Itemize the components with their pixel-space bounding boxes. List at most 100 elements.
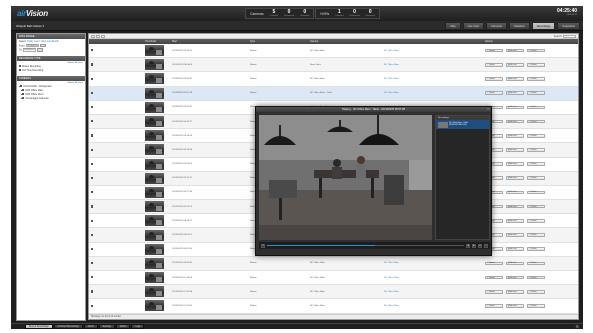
checkbox[interactable]: [19, 68, 22, 71]
archive-button[interactable]: ▣ Archive: [506, 233, 524, 237]
delete-button[interactable]: ✕ Delete: [527, 204, 545, 209]
delete-button[interactable]: ✕ Delete: [527, 91, 545, 95]
table-row[interactable]: 2013/05/25 07:58:09 Motion NC Office Main N…: [89, 271, 578, 286]
row-checkbox[interactable]: [91, 176, 94, 180]
camera-item[interactable]: ▸Unmanaged Cameras: [17, 96, 85, 100]
play-icon[interactable]: ▶: [472, 243, 476, 248]
table-row[interactable]: 2013/05/25 08:00:41 Motion NC Office Main N…: [89, 256, 578, 271]
archive-button[interactable]: ▣ Archive: [506, 304, 524, 308]
row-location-link[interactable]: NC Office Main: [381, 277, 482, 279]
row-location-link[interactable]: NC Office Main: [381, 92, 482, 94]
recording-thumbnail[interactable]: [145, 300, 164, 312]
gear-icon[interactable]: ⚙: [575, 324, 579, 329]
delete-button[interactable]: ✕ Delete: [527, 289, 545, 294]
recording-thumbnail[interactable]: [145, 257, 164, 269]
row-location-link[interactable]: NC Office Main: [381, 262, 482, 264]
export-button[interactable]: ⇪Export: [485, 304, 503, 308]
recording-thumbnail[interactable]: [145, 87, 164, 99]
row-checkbox[interactable]: [91, 148, 94, 151]
recording-thumbnail[interactable]: [145, 172, 164, 184]
player-side-item[interactable]: NC Office Main - Table 2013/05/25 08:57:…: [436, 120, 489, 129]
archive-button[interactable]: ▣ Archive: [506, 77, 524, 81]
recording-thumbnail[interactable]: [145, 144, 164, 156]
video-frame[interactable]: [259, 115, 432, 240]
bottom-tab-archived-recordings[interactable]: Archived Recordings: [53, 324, 83, 329]
stat-item[interactable]: 0 Disconnected: [284, 10, 294, 18]
stat-item[interactable]: 0 Disconnected: [349, 10, 359, 18]
export-button[interactable]: ⇪Export: [485, 62, 503, 67]
table-row[interactable]: 2013/05/25 07:55:36 Motion NC Office Main N…: [89, 285, 578, 300]
delete-button[interactable]: ✕ Delete: [527, 261, 545, 266]
rec-type-none[interactable]: None: [78, 62, 83, 64]
archive-button[interactable]: ▣ Archive: [506, 275, 524, 280]
stat-item[interactable]: 5 Connected: [270, 10, 278, 18]
recording-thumbnail[interactable]: [145, 101, 164, 113]
archive-button[interactable]: ▣ Archive: [506, 261, 524, 266]
checkbox[interactable]: [19, 64, 22, 67]
tab-recordings[interactable]: Recordings: [531, 22, 556, 30]
recording-thumbnail[interactable]: [145, 243, 164, 255]
row-location-link[interactable]: NC Office Main: [381, 78, 482, 80]
archive-button[interactable]: ▣ Archive: [506, 176, 524, 181]
bottom-tab-admin[interactable]: Admin: [115, 324, 131, 329]
col-type[interactable]: Type: [247, 41, 307, 43]
col-start[interactable]: Start: [169, 41, 247, 43]
recording-thumbnail[interactable]: [145, 45, 164, 57]
table-row[interactable]: 2013/05/25 08:57:08 Motion NC Office Main …: [89, 86, 578, 101]
recording-thumbnail[interactable]: [145, 286, 164, 298]
cameras-none[interactable]: None: [78, 82, 83, 84]
recording-thumbnail[interactable]: [145, 158, 164, 170]
stat-item[interactable]: 0 Unmanaged: [300, 10, 309, 18]
skip-forward-icon[interactable]: ⏭: [478, 243, 482, 248]
delete-button[interactable]: ✕ Delete: [527, 190, 545, 195]
bottom-tab-logs[interactable]: Logs: [131, 324, 145, 329]
tab-live-view[interactable]: Live View: [462, 22, 485, 30]
delete-button[interactable]: ✕ Delete: [527, 119, 545, 124]
export-button[interactable]: ⇪Export: [485, 289, 503, 294]
fullscreen-icon[interactable]: ⤢: [484, 243, 488, 248]
archive-button[interactable]: ▣ Archive: [506, 204, 524, 209]
export-button[interactable]: ⇪Export: [485, 275, 503, 280]
row-checkbox[interactable]: [91, 276, 94, 279]
row-checkbox[interactable]: [91, 77, 94, 80]
delete-button[interactable]: ✕ Delete: [527, 162, 545, 166]
archive-button[interactable]: ▣ Archive: [506, 219, 524, 223]
recording-thumbnail[interactable]: [145, 229, 164, 241]
delete-button[interactable]: ✕ Delete: [527, 105, 545, 110]
col-camera[interactable]: Camera: [307, 41, 381, 43]
delete-button[interactable]: ✕ Delete: [527, 275, 545, 280]
archive-button[interactable]: ▣ Archive: [506, 247, 524, 252]
row-checkbox[interactable]: [91, 247, 94, 251]
recording-thumbnail[interactable]: [145, 272, 164, 284]
delete-button[interactable]: ✕ Delete: [527, 133, 545, 138]
rewind-icon[interactable]: ◀: [466, 243, 470, 248]
row-checkbox[interactable]: [91, 233, 94, 236]
archive-button[interactable]: ▣ Archive: [506, 119, 524, 124]
delete-button[interactable]: ✕ Delete: [527, 148, 545, 152]
row-checkbox[interactable]: [91, 162, 94, 165]
export-button[interactable]: ⇪Export: [485, 77, 503, 81]
delete-button[interactable]: ✕ Delete: [527, 77, 545, 81]
tab-cameras[interactable]: Cameras: [486, 22, 507, 30]
recording-thumbnail[interactable]: [145, 186, 164, 198]
archive-button[interactable]: ▣ Archive: [506, 48, 524, 53]
row-checkbox[interactable]: [91, 205, 94, 208]
export-button[interactable]: ⇪Export: [485, 91, 503, 95]
preset-link[interactable]: Today: [27, 40, 33, 43]
from-date-input[interactable]: 2013-05-25: [25, 43, 39, 47]
archive-button[interactable]: ▣ Archive: [506, 148, 524, 152]
row-checkbox[interactable]: [91, 49, 94, 52]
row-checkbox[interactable]: [91, 63, 94, 66]
row-checkbox[interactable]: [91, 304, 94, 307]
bottom-tab-recent-recordings[interactable]: Recent Recordings: [25, 324, 53, 329]
row-checkbox[interactable]: [91, 219, 94, 222]
delete-button[interactable]: ✕ Delete: [527, 176, 545, 181]
row-location-link[interactable]: NC Office Main: [381, 50, 482, 52]
pager-button[interactable]: «: [91, 34, 95, 39]
stat-item[interactable]: 1 Connected: [335, 10, 343, 18]
archive-button[interactable]: ▣ Archive: [506, 190, 524, 195]
row-checkbox[interactable]: [91, 91, 94, 94]
row-location-link[interactable]: NC Office Main: [381, 64, 482, 66]
tab-statistics[interactable]: Statistics: [508, 22, 530, 30]
recording-thumbnail[interactable]: [145, 215, 164, 227]
